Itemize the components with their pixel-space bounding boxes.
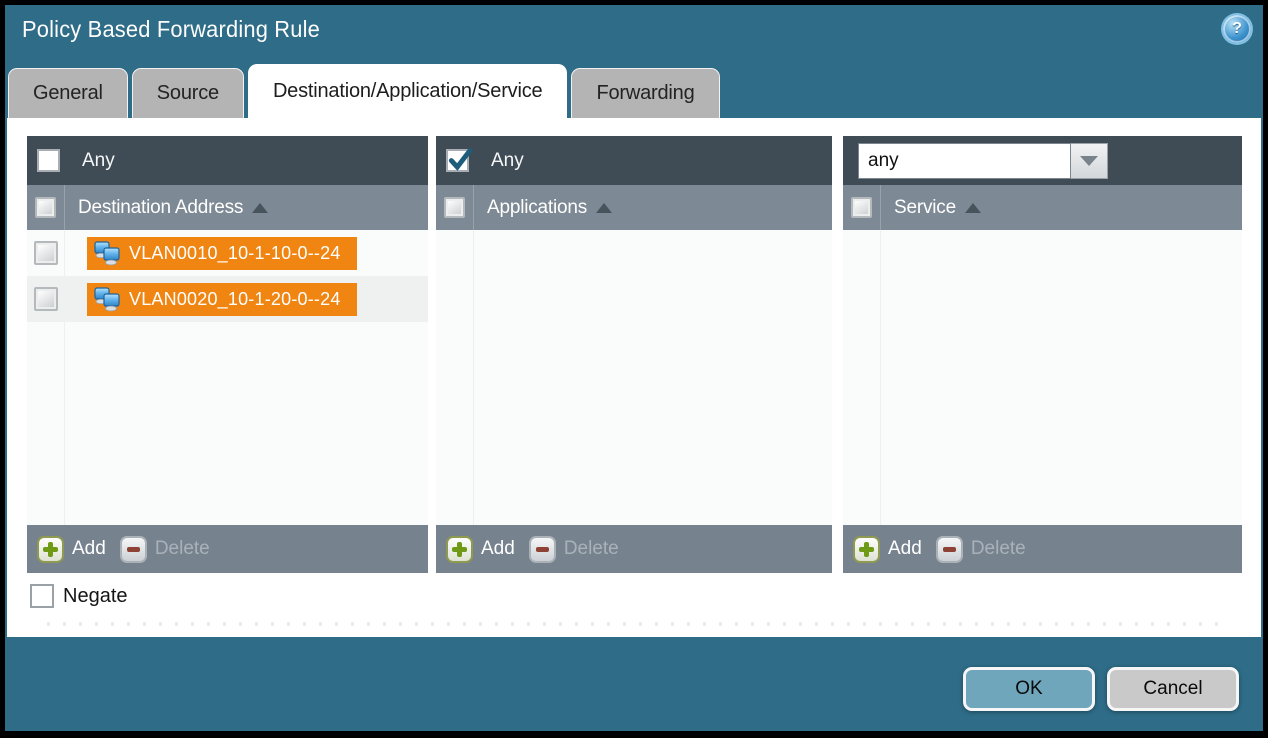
network-computers-icon — [93, 286, 121, 312]
add-button[interactable]: Add — [853, 536, 922, 563]
delete-button[interactable]: Delete — [120, 536, 210, 563]
address-object-label: VLAN0020_10-1-20-0--24 — [129, 289, 341, 310]
address-object-entry[interactable]: VLAN0020_10-1-20-0--24 — [87, 283, 357, 316]
tab-bar: General Source Destination/Application/S… — [8, 64, 720, 118]
applications-footer: Add Delete — [436, 525, 832, 573]
negate-label: Negate — [63, 585, 128, 608]
sort-ascending-icon[interactable] — [252, 203, 268, 213]
address-object-label: VLAN0010_10-1-10-0--24 — [129, 243, 341, 264]
sort-ascending-icon[interactable] — [965, 203, 981, 213]
service-select-all-checkbox[interactable] — [851, 197, 872, 218]
negate-option: Negate — [30, 584, 128, 608]
destination-any-bar: Any — [27, 136, 428, 185]
minus-icon — [120, 536, 147, 563]
tab-content-panel: Any Destination Address — [7, 118, 1261, 637]
policy-forwarding-dialog: Policy Based Forwarding Rule ? General S… — [0, 0, 1268, 738]
add-button[interactable]: Add — [446, 536, 515, 563]
delete-button[interactable]: Delete — [936, 536, 1026, 563]
service-column-label[interactable]: Service — [894, 197, 956, 219]
network-computers-icon — [93, 240, 121, 266]
address-object-entry[interactable]: VLAN0010_10-1-10-0--24 — [87, 237, 357, 270]
minus-icon — [936, 536, 963, 563]
ok-button[interactable]: OK — [963, 667, 1095, 711]
service-list — [843, 230, 1242, 525]
tab-forwarding[interactable]: Forwarding — [571, 68, 719, 118]
add-button[interactable]: Add — [37, 536, 106, 563]
check-icon — [447, 147, 473, 173]
delete-button[interactable]: Delete — [529, 536, 619, 563]
row-checkbox[interactable] — [34, 287, 58, 311]
destination-any-label: Any — [82, 150, 115, 172]
plus-icon — [446, 536, 473, 563]
destination-select-all-checkbox[interactable] — [35, 197, 56, 218]
destination-address-list: VLAN0010_10-1-10-0--24 VLAN0020_10-1-20-… — [27, 230, 428, 525]
cancel-button[interactable]: Cancel — [1107, 667, 1239, 711]
applications-column-label[interactable]: Applications — [487, 197, 587, 219]
service-column: any Service Add D — [843, 136, 1242, 573]
service-dropdown-button[interactable] — [1071, 143, 1108, 179]
tab-destination-application-service[interactable]: Destination/Application/Service — [248, 64, 568, 118]
applications-column: Any Applications Add Delete — [436, 136, 832, 573]
header-separator — [880, 185, 881, 230]
applications-any-label: Any — [491, 150, 524, 172]
service-any-bar: any — [843, 136, 1242, 185]
table-row: VLAN0020_10-1-20-0--24 — [27, 276, 428, 322]
tab-general[interactable]: General — [8, 68, 128, 118]
destination-address-column: Any Destination Address — [27, 136, 428, 573]
chevron-down-icon — [1080, 156, 1098, 166]
applications-select-all-checkbox[interactable] — [444, 197, 465, 218]
sort-ascending-icon[interactable] — [596, 203, 612, 213]
header-separator — [64, 185, 65, 230]
dialog-title: Policy Based Forwarding Rule — [22, 16, 320, 43]
destination-any-checkbox[interactable] — [37, 149, 60, 172]
destination-address-header: Destination Address — [27, 185, 428, 230]
service-dropdown-value[interactable]: any — [858, 143, 1071, 179]
plus-icon — [853, 536, 880, 563]
destination-address-column-label[interactable]: Destination Address — [78, 197, 243, 219]
header-separator — [473, 185, 474, 230]
minus-icon — [529, 536, 556, 563]
applications-any-bar: Any — [436, 136, 832, 185]
plus-icon — [37, 536, 64, 563]
help-icon[interactable]: ? — [1223, 15, 1251, 43]
service-header: Service — [843, 185, 1242, 230]
applications-any-checkbox[interactable] — [446, 149, 469, 172]
service-footer: Add Delete — [843, 525, 1242, 573]
destination-footer: Add Delete — [27, 525, 428, 573]
resize-grip — [47, 622, 1221, 626]
table-row: VLAN0010_10-1-10-0--24 — [27, 230, 428, 276]
row-checkbox[interactable] — [34, 241, 58, 265]
applications-header: Applications — [436, 185, 832, 230]
applications-list — [436, 230, 832, 525]
tab-source[interactable]: Source — [132, 68, 244, 118]
service-dropdown: any — [858, 143, 1108, 179]
negate-checkbox[interactable] — [30, 584, 54, 608]
